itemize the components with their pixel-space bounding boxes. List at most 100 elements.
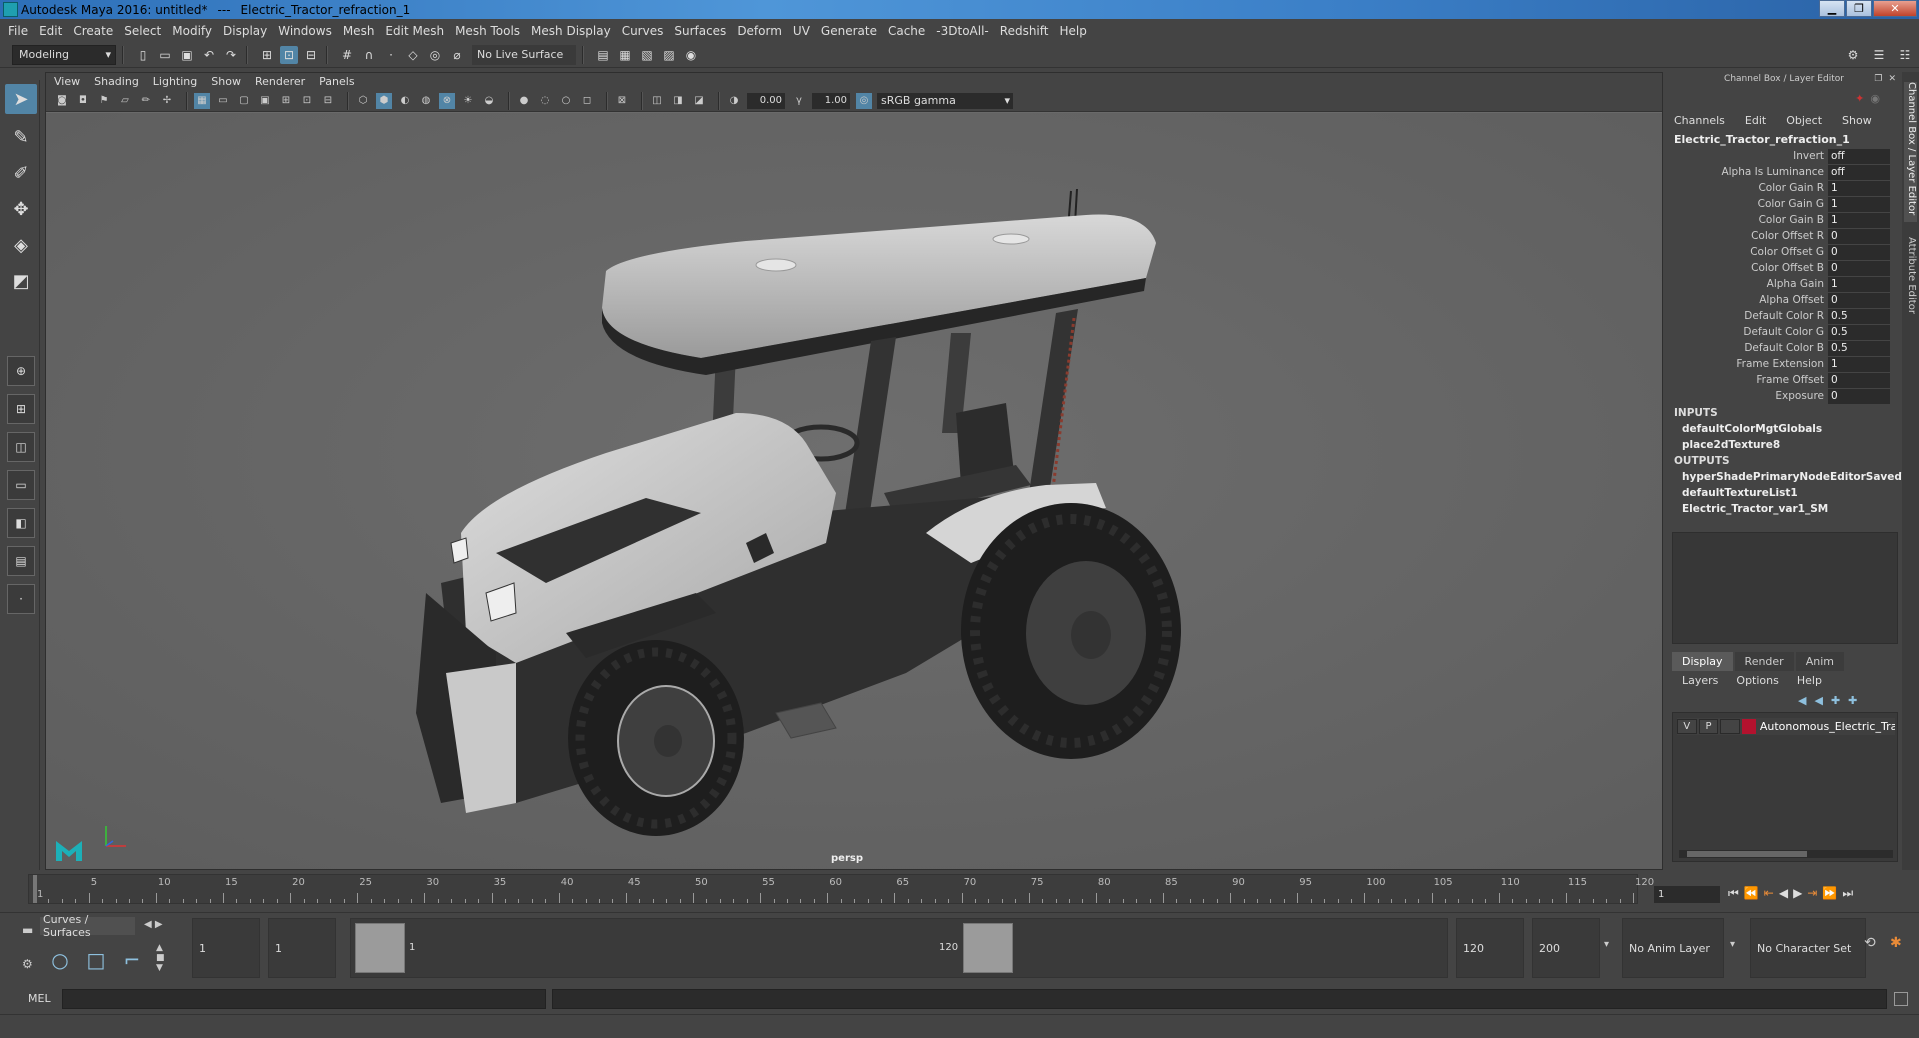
- redo-icon[interactable]: ↷: [222, 46, 240, 64]
- new-scene-icon[interactable]: ▯: [134, 46, 152, 64]
- cb-menu-edit[interactable]: Edit: [1745, 114, 1766, 127]
- resolution-gate-icon[interactable]: ▢: [236, 93, 252, 109]
- select-tool-icon[interactable]: ➤: [5, 84, 37, 114]
- attribute-name[interactable]: Default Color R: [1668, 310, 1828, 322]
- time-slider-track[interactable]: 1 5 10 15 20 25 30 35 40 45 50 55 60 65 70 75 80 85 90 95 10…: [28, 874, 1654, 904]
- depth-of-field-icon[interactable]: ◻: [579, 93, 595, 109]
- new-layer-from-selected-icon[interactable]: ✚: [1848, 694, 1857, 707]
- tab-anim[interactable]: Anim: [1795, 652, 1844, 671]
- attribute-editor-toggle-icon[interactable]: ☰: [1870, 46, 1888, 64]
- smooth-shade-icon[interactable]: ⬢: [376, 92, 392, 109]
- tab-display[interactable]: Display: [1672, 652, 1733, 671]
- perspective-viewport[interactable]: View Shading Lighting Show Renderer Pane…: [45, 72, 1663, 870]
- panel-menu-panels[interactable]: Panels: [319, 75, 354, 88]
- step-back-key-icon[interactable]: ⇤: [1764, 886, 1774, 901]
- camera-attributes-icon[interactable]: ◘: [75, 93, 91, 109]
- shadows-icon[interactable]: ◒: [481, 93, 497, 109]
- tab-channel-box-layer-editor[interactable]: Channel Box / Layer Editor: [1904, 82, 1917, 222]
- two-d-pan-icon[interactable]: ✢: [159, 93, 175, 109]
- make-live-icon[interactable]: ⌀: [448, 46, 466, 64]
- selected-node-name[interactable]: Electric_Tractor_refraction_1: [1674, 133, 1850, 146]
- attribute-value[interactable]: off: [1828, 148, 1890, 164]
- output-node[interactable]: hyperShadePrimaryNodeEditorSavedT...: [1682, 471, 1919, 483]
- shelf-scroll-arrows-icon[interactable]: ◀ ▶: [144, 919, 163, 930]
- attribute-value[interactable]: 1: [1828, 196, 1890, 212]
- menu-edit[interactable]: Edit: [39, 24, 62, 38]
- close-panel-icon[interactable]: ✕: [1888, 74, 1896, 84]
- key-all-icon[interactable]: ✦: [1855, 92, 1864, 105]
- isolate-select-icon[interactable]: ⊠: [614, 93, 630, 109]
- persp-graph-layout-icon[interactable]: ▭: [7, 470, 35, 500]
- animation-preferences-icon[interactable]: ✱: [1890, 935, 1902, 951]
- snap-view-plane-icon[interactable]: ◇: [404, 46, 422, 64]
- panel-menu-shading[interactable]: Shading: [94, 75, 139, 88]
- snap-point-icon[interactable]: ⋅: [382, 46, 400, 64]
- chevron-down-icon[interactable]: ▾: [1730, 939, 1735, 950]
- character-set-dropdown[interactable]: No Character Set: [1750, 918, 1866, 978]
- scene-view[interactable]: [46, 113, 1662, 869]
- gamma-icon[interactable]: γ: [791, 93, 807, 109]
- render-settings-icon[interactable]: ▨: [660, 46, 678, 64]
- save-scene-icon[interactable]: ▣: [178, 46, 196, 64]
- tab-attribute-editor[interactable]: Attribute Editor: [1904, 237, 1917, 322]
- xray-icon[interactable]: ⊗: [439, 92, 455, 109]
- menu-deform[interactable]: Deform: [737, 24, 782, 38]
- attribute-name[interactable]: Frame Offset: [1668, 374, 1828, 386]
- ipr-render-icon[interactable]: ▧: [638, 46, 656, 64]
- layer-display-type-toggle[interactable]: [1720, 719, 1741, 734]
- step-forward-key-icon[interactable]: ⇥: [1807, 886, 1817, 901]
- current-time-indicator[interactable]: [33, 875, 37, 903]
- gate-mask-icon[interactable]: ▣: [257, 93, 273, 109]
- attribute-name[interactable]: Default Color B: [1668, 342, 1828, 354]
- paint-select-tool-icon[interactable]: ✐: [5, 158, 37, 188]
- default-lighting-icon[interactable]: ◐: [397, 93, 413, 109]
- menu-cache[interactable]: Cache: [888, 24, 925, 38]
- layer-list-scrollbar[interactable]: [1679, 850, 1893, 858]
- go-to-start-icon[interactable]: ⏮: [1728, 886, 1739, 901]
- hypershade-icon[interactable]: ◉: [682, 46, 700, 64]
- attribute-value[interactable]: 1: [1828, 276, 1890, 292]
- menu-redshift[interactable]: Redshift: [1000, 24, 1049, 38]
- menu-create[interactable]: Create: [73, 24, 113, 38]
- animation-start-field[interactable]: 1: [192, 918, 260, 978]
- field-chart-icon[interactable]: ⊞: [278, 93, 294, 109]
- safe-title-icon[interactable]: ⊟: [320, 93, 336, 109]
- anim-layer-dropdown[interactable]: No Anim Layer: [1622, 918, 1724, 978]
- snap-grid-icon[interactable]: #: [338, 46, 356, 64]
- hypershade-layout-icon[interactable]: ◧: [7, 508, 35, 538]
- scale-tool-icon[interactable]: ◩: [5, 266, 37, 296]
- gamma-field[interactable]: 1.00: [812, 92, 850, 109]
- play-backwards-icon[interactable]: ◀: [1779, 886, 1788, 901]
- undo-icon[interactable]: ↶: [200, 46, 218, 64]
- panel-menu-lighting[interactable]: Lighting: [153, 75, 197, 88]
- attribute-value[interactable]: 0: [1828, 228, 1890, 244]
- chevron-down-icon[interactable]: ▾: [1604, 939, 1609, 950]
- attribute-name[interactable]: Alpha Is Luminance: [1668, 166, 1828, 178]
- panel-menu-renderer[interactable]: Renderer: [255, 75, 305, 88]
- menu-help[interactable]: Help: [1059, 24, 1086, 38]
- menu-modify[interactable]: Modify: [172, 24, 212, 38]
- view-transform-dropdown[interactable]: sRGB gamma ▾: [877, 92, 1013, 109]
- float-panel-icon[interactable]: ❐: [1874, 74, 1882, 84]
- current-frame-field[interactable]: 1: [1654, 886, 1720, 903]
- script-language-toggle[interactable]: MEL: [28, 992, 51, 1005]
- cb-menu-show[interactable]: Show: [1842, 114, 1872, 127]
- backface-icon[interactable]: ◪: [691, 93, 707, 109]
- more-layouts-icon[interactable]: ·: [7, 584, 35, 614]
- menu-set-dropdown[interactable]: Modeling ▾: [12, 44, 116, 65]
- menu-edit-mesh[interactable]: Edit Mesh: [385, 24, 444, 38]
- cb-menu-object[interactable]: Object: [1786, 114, 1822, 127]
- input-node[interactable]: defaultColorMgtGlobals: [1682, 423, 1822, 435]
- range-slider-track[interactable]: 1 120: [350, 918, 1448, 978]
- tab-render[interactable]: Render: [1734, 652, 1794, 671]
- select-camera-icon[interactable]: ◙: [54, 93, 70, 109]
- step-back-frame-icon[interactable]: ⏪: [1744, 886, 1759, 901]
- select-component-icon[interactable]: ⊟: [302, 46, 320, 64]
- menu-windows[interactable]: Windows: [278, 24, 332, 38]
- attribute-name[interactable]: Invert: [1668, 150, 1828, 162]
- motion-blur-icon[interactable]: ◌: [537, 93, 553, 109]
- panel-menu-show[interactable]: Show: [211, 75, 241, 88]
- menu-3dtoall[interactable]: -3DtoAll-: [936, 24, 988, 38]
- attribute-value[interactable]: 0: [1828, 372, 1890, 388]
- auto-key-icon[interactable]: ⟲: [1864, 935, 1876, 951]
